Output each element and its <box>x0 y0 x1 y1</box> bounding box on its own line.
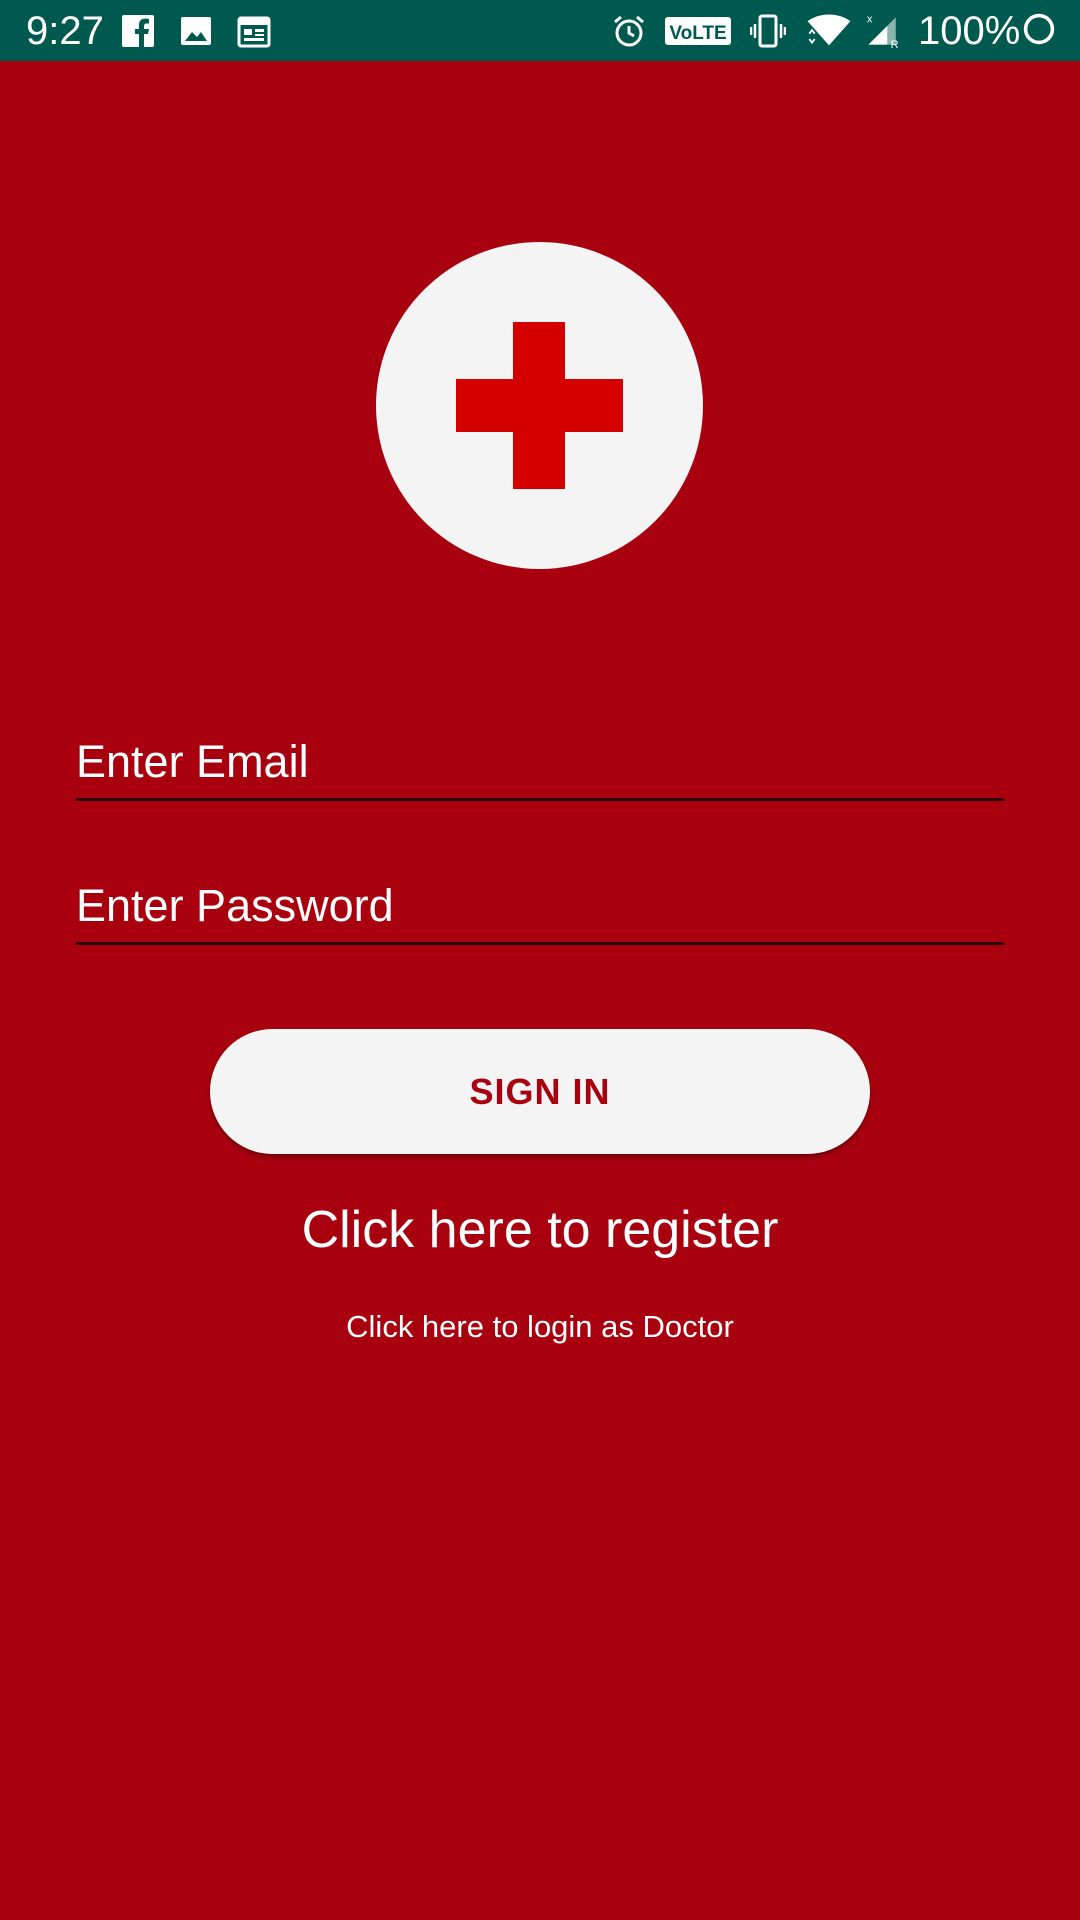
status-time: 9:27 <box>26 9 104 53</box>
svg-text:x: x <box>867 14 873 26</box>
app-logo <box>376 242 703 569</box>
email-field-container <box>76 728 1004 801</box>
svg-text:R: R <box>891 39 899 48</box>
image-icon <box>181 17 211 45</box>
status-bar: 9:27 VoLTE x R 100% <box>0 0 1080 61</box>
battery-icon <box>1023 13 1055 45</box>
signal-icon: x R <box>867 14 899 48</box>
email-field[interactable] <box>76 732 1004 792</box>
alarm-icon <box>614 15 644 47</box>
doctor-login-link[interactable]: Click here to login as Doctor <box>0 1305 1080 1349</box>
volte-label: VoLTE <box>669 23 726 44</box>
wifi-icon <box>807 14 851 46</box>
calendar-icon <box>237 16 271 48</box>
volte-icon: VoLTE <box>665 17 731 45</box>
password-field[interactable] <box>76 876 1004 936</box>
sign-in-button[interactable]: SIGN IN <box>210 1029 870 1154</box>
vibrate-icon <box>750 14 786 48</box>
battery-percent: 100% <box>918 9 1021 53</box>
password-field-container <box>76 872 1004 945</box>
facebook-icon <box>122 15 154 47</box>
medical-cross-icon-bar <box>456 379 623 432</box>
register-link[interactable]: Click here to register <box>0 1195 1080 1265</box>
